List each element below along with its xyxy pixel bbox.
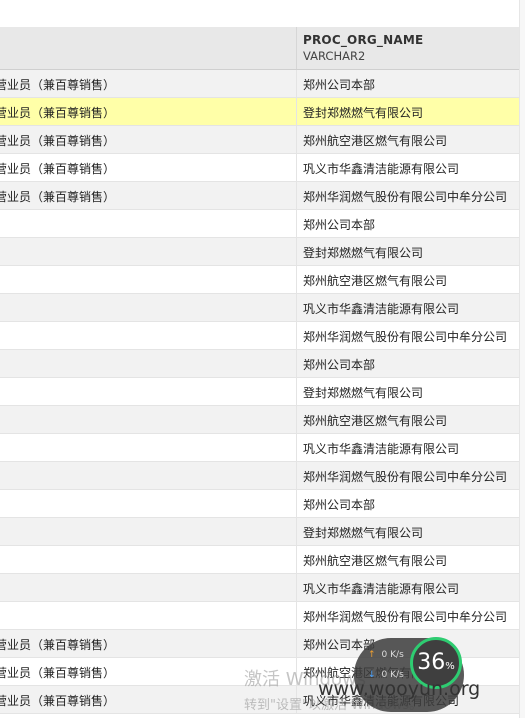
column-divider[interactable] (296, 27, 297, 69)
table-row[interactable]: 巩义市华鑫清洁能源有限公司 (0, 294, 519, 322)
table-row[interactable]: 郑州华润燃气股份有限公司中牟分公司 (0, 462, 519, 490)
upload-arrow-icon: ↑ 0 K/s (368, 650, 404, 660)
cell-divider (296, 518, 297, 545)
cell-divider (296, 490, 297, 517)
cell-org-name[interactable]: 巩义市华鑫清洁能源有限公司 (303, 580, 459, 597)
cell-position[interactable]: 营业员（兼百尊销售） (0, 664, 115, 681)
table-row[interactable]: 营业员（兼百尊销售） 巩义市华鑫清洁能源有限公司 (0, 154, 519, 182)
cell-divider (296, 322, 297, 349)
cell-org-name[interactable]: 巩义市华鑫清洁能源有限公司 (303, 440, 459, 457)
cell-divider (296, 378, 297, 405)
cell-org-name[interactable]: 郑州公司本部 (303, 356, 375, 373)
cell-org-name[interactable]: 郑州航空港区燃气有限公司 (303, 412, 447, 429)
table-row[interactable]: 郑州华润燃气股份有限公司中牟分公司 (0, 602, 519, 630)
table-row[interactable]: 郑州公司本部 (0, 210, 519, 238)
cell-divider (296, 406, 297, 433)
cell-position[interactable]: 营业员（兼百尊销售） (0, 132, 115, 149)
cell-position[interactable]: 营业员（兼百尊销售） (0, 188, 115, 205)
table-row[interactable]: 郑州华润燃气股份有限公司中牟分公司 (0, 322, 519, 350)
table-row[interactable]: 营业员（兼百尊销售） 郑州华润燃气股份有限公司中牟分公司 (0, 182, 519, 210)
column-header-name[interactable]: PROC_ORG_NAME (303, 33, 423, 47)
cell-org-name[interactable]: 郑州华润燃气股份有限公司中牟分公司 (303, 608, 507, 625)
cell-org-name[interactable]: 郑州华润燃气股份有限公司中牟分公司 (303, 468, 507, 485)
cell-position[interactable]: 营业员（兼百尊销售） (0, 692, 115, 709)
cell-org-name[interactable]: 巩义市华鑫清洁能源有限公司 (303, 300, 459, 317)
cell-divider (296, 294, 297, 321)
cell-divider (296, 350, 297, 377)
cell-org-name[interactable]: 登封郑燃燃气有限公司 (303, 384, 423, 401)
cell-org-name[interactable]: 郑州航空港区燃气有限公司 (303, 132, 447, 149)
table-row[interactable]: 营业员（兼百尊销售） 郑州公司本部 (0, 70, 519, 98)
table-row[interactable]: 登封郑燃燃气有限公司 (0, 378, 519, 406)
cell-position[interactable]: 营业员（兼百尊销售） (0, 104, 115, 121)
site-watermark: www.wooyun.org (318, 678, 481, 700)
table-row[interactable]: 郑州航空港区燃气有限公司 (0, 266, 519, 294)
table-row[interactable]: 登封郑燃燃气有限公司 (0, 518, 519, 546)
column-header-type: VARCHAR2 (303, 49, 366, 63)
table-row[interactable]: 营业员（兼百尊销售） 郑州航空港区燃气有限公司 (0, 126, 519, 154)
cell-divider (296, 126, 297, 153)
cell-org-name[interactable]: 登封郑燃燃气有限公司 (303, 104, 423, 121)
cell-org-name[interactable]: 登封郑燃燃气有限公司 (303, 524, 423, 541)
percent-symbol: % (445, 661, 455, 672)
cell-divider (296, 98, 297, 125)
table-row[interactable]: 郑州公司本部 (0, 350, 519, 378)
cell-divider (296, 546, 297, 573)
result-grid: PROC_ORG_NAME VARCHAR2 营业员（兼百尊销售） 郑州公司本部营… (0, 27, 519, 714)
cell-divider (296, 574, 297, 601)
table-row[interactable]: 郑州公司本部 (0, 490, 519, 518)
cell-position[interactable]: 营业员（兼百尊销售） (0, 76, 115, 93)
grid-body: 营业员（兼百尊销售） 郑州公司本部 营业员（兼百尊销售） 登封郑燃燃气有限公司 营业员（… (0, 70, 519, 714)
cell-org-name[interactable]: 巩义市华鑫清洁能源有限公司 (303, 160, 459, 177)
cell-divider (296, 462, 297, 489)
cell-org-name[interactable]: 郑州公司本部 (303, 216, 375, 233)
cell-divider (296, 434, 297, 461)
vertical-scrollbar[interactable] (519, 0, 525, 718)
cell-divider (296, 210, 297, 237)
cell-org-name[interactable]: 郑州航空港区燃气有限公司 (303, 552, 447, 569)
speed-percent: 36 (417, 650, 446, 675)
table-row[interactable]: 巩义市华鑫清洁能源有限公司 (0, 574, 519, 602)
cell-org-name[interactable]: 郑州公司本部 (303, 76, 375, 93)
cell-divider (296, 602, 297, 629)
cell-divider (296, 238, 297, 265)
cell-org-name[interactable]: 郑州公司本部 (303, 496, 375, 513)
cell-position[interactable]: 营业员（兼百尊销售） (0, 160, 115, 177)
table-row[interactable]: 登封郑燃燃气有限公司 (0, 238, 519, 266)
cell-org-name[interactable]: 郑州华润燃气股份有限公司中牟分公司 (303, 328, 507, 345)
table-row[interactable]: 郑州航空港区燃气有限公司 (0, 546, 519, 574)
cell-org-name[interactable]: 郑州华润燃气股份有限公司中牟分公司 (303, 188, 507, 205)
cell-divider (296, 266, 297, 293)
cell-divider (296, 182, 297, 209)
table-row[interactable]: 营业员（兼百尊销售） 登封郑燃燃气有限公司 (0, 98, 519, 126)
table-row[interactable]: 郑州航空港区燃气有限公司 (0, 406, 519, 434)
cell-org-name[interactable]: 登封郑燃燃气有限公司 (303, 244, 423, 261)
cell-position[interactable]: 营业员（兼百尊销售） (0, 636, 115, 653)
top-toolbar (0, 0, 519, 28)
upload-speed: 0 K/s (381, 650, 404, 660)
cell-divider (296, 70, 297, 97)
cell-org-name[interactable]: 郑州航空港区燃气有限公司 (303, 272, 447, 289)
cell-divider (296, 630, 297, 657)
table-row[interactable]: 巩义市华鑫清洁能源有限公司 (0, 434, 519, 462)
cell-divider (296, 154, 297, 181)
grid-header: PROC_ORG_NAME VARCHAR2 (0, 27, 519, 70)
